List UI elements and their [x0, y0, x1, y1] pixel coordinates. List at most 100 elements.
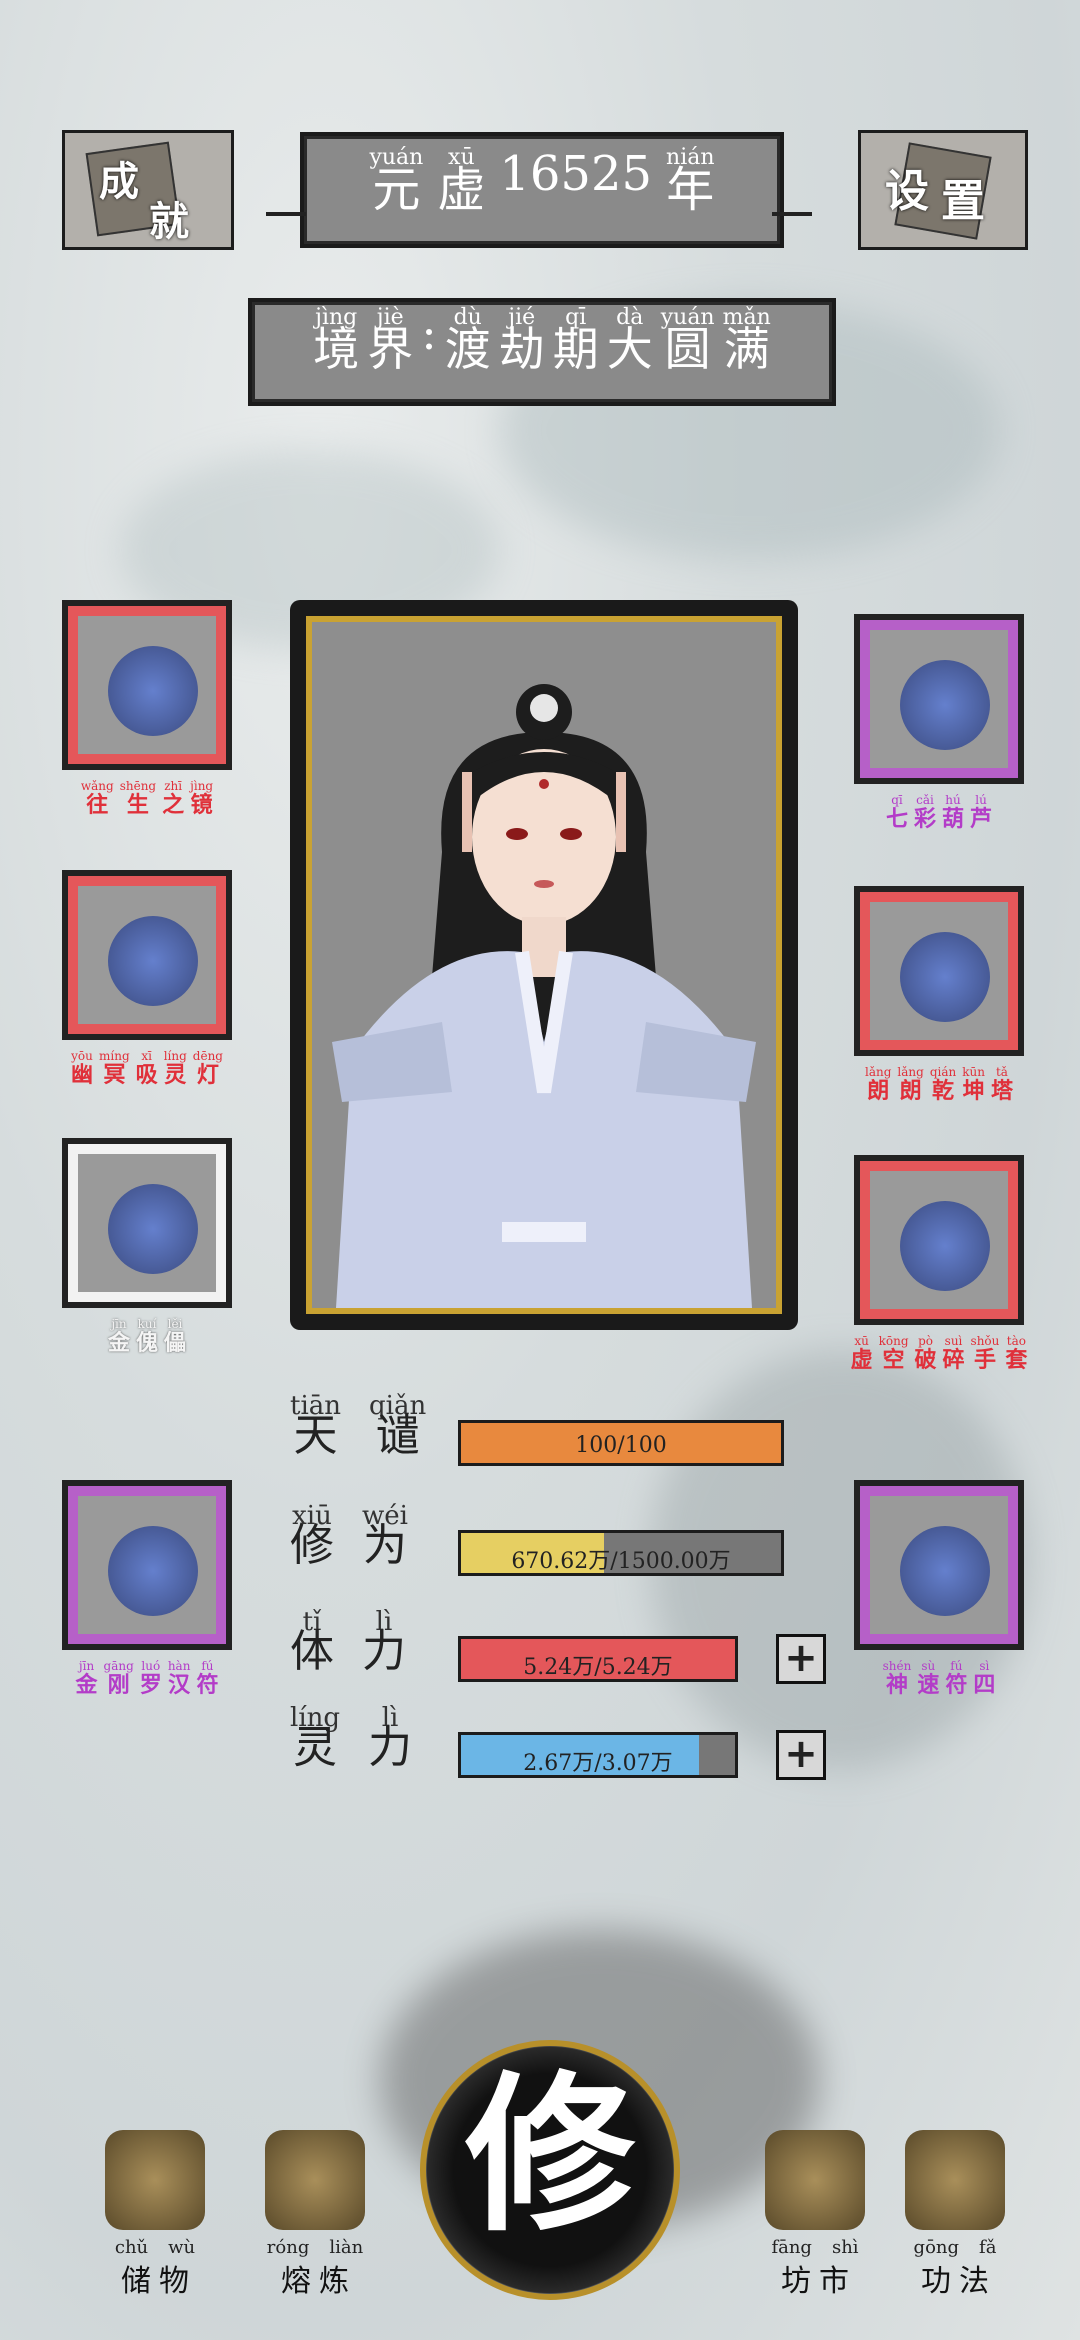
hanzi: 彩 — [913, 806, 936, 832]
item-name: qī 七 cǎi 彩 hú 葫 lú 芦 — [829, 792, 1049, 830]
hanzi: 储 — [121, 2264, 151, 2299]
item-name: lǎng 朗 lǎng 朗 qián 乾 kūn 坤 tǎ 塔 — [829, 1064, 1049, 1102]
hanzi: 满 — [723, 322, 770, 376]
hanzi: 天 — [293, 1410, 338, 1461]
realm-glyph: dù 渡 — [445, 307, 491, 373]
hanzi: 刚 — [107, 1672, 130, 1698]
item-slot[interactable] — [854, 1480, 1024, 1650]
pinyin: liàn — [329, 2237, 364, 2258]
hanzi: 塔 — [990, 1078, 1013, 1104]
character-portrait — [312, 622, 776, 1308]
hanzi: 吸 — [135, 1062, 158, 1088]
era-glyph: xū 虚 — [437, 147, 485, 215]
item-slot[interactable] — [62, 870, 232, 1040]
hanzi: 期 — [552, 322, 599, 376]
item-slot[interactable] — [854, 886, 1024, 1056]
pinyin: fāng — [771, 2237, 812, 2258]
hanzi: 冥 — [103, 1062, 126, 1088]
cultivate-button[interactable]: 修 — [420, 2040, 680, 2300]
hanzi: 芦 — [970, 806, 993, 832]
coins-icon — [765, 2130, 865, 2230]
item-name: shén 神 sù 速 fú 符 sì 四 — [829, 1658, 1049, 1696]
hanzi: 境 — [313, 322, 360, 376]
hanzi: 套 — [1005, 1347, 1028, 1373]
cultivate-label: 修 — [464, 2055, 635, 2255]
realm-panel: jìng 境 jiè 界 : dù 渡 jié 劫 qī 期 dà 大 yuán… — [248, 298, 836, 406]
achievements-label-2: 就 — [149, 198, 189, 245]
hanzi: 物 — [159, 2264, 189, 2299]
nav-item[interactable]: gōng fǎ 功 法 — [880, 2060, 1030, 2300]
character-portrait-frame — [290, 600, 798, 1330]
hanzi: 炼 — [319, 2264, 349, 2299]
stat-bar: 2.67万/3.07万 — [458, 1732, 738, 1778]
hanzi: 熔 — [281, 2264, 311, 2299]
pinyin: gōng — [913, 2237, 960, 2258]
hanzi: 年 — [666, 162, 715, 218]
hanzi: 葫 — [942, 806, 965, 832]
realm-glyph: qī 期 — [552, 307, 599, 376]
item-slot[interactable] — [854, 614, 1024, 784]
book-icon — [905, 2130, 1005, 2230]
stat-value: 100/100 — [575, 1433, 667, 1458]
nav-item[interactable]: róng liàn 熔 炼 — [240, 2060, 390, 2300]
hanzi: 圆 — [664, 322, 711, 376]
hanzi: 灯 — [196, 1062, 219, 1088]
achievements-button[interactable]: 成 就 — [62, 130, 234, 250]
hanzi: 往 — [86, 792, 109, 818]
era-panel-handle-left — [266, 212, 306, 216]
cauldron-icon — [265, 2130, 365, 2230]
pagoda-icon — [900, 932, 990, 1022]
hanzi: 灵 — [293, 1722, 338, 1773]
pinyin: wù — [168, 2237, 196, 2258]
era-panel: yuán 元 xū 虚 16525 nián 年 — [300, 132, 784, 248]
realm-glyph: jiè 界 — [367, 307, 414, 376]
settings-button[interactable]: 设 置 — [858, 130, 1028, 250]
item-slot[interactable] — [62, 600, 232, 770]
item-slot[interactable] — [854, 1155, 1024, 1325]
hanzi: 傀 — [135, 1330, 158, 1356]
hanzi: 速 — [917, 1672, 940, 1698]
era-glyph: nián 年 — [666, 147, 715, 218]
realm-glyph: dà 大 — [606, 307, 653, 376]
stat-label: líng 灵 lì 力 — [290, 1705, 413, 1773]
hanzi: 修 — [290, 1520, 334, 1571]
hanzi: 金 — [107, 1330, 130, 1356]
hanzi: 金 — [75, 1672, 98, 1698]
hanzi: 儡 — [164, 1330, 187, 1356]
increase-stat-button[interactable]: + — [776, 1634, 826, 1684]
talisman-icon — [108, 1526, 198, 1616]
stat-bar: 5.24万/5.24万 — [458, 1636, 738, 1682]
hanzi: 破 — [914, 1347, 937, 1373]
stat-bar: 100/100 — [458, 1420, 784, 1466]
era-glyph: 16525 — [499, 150, 652, 214]
hanzi: 大 — [606, 322, 653, 376]
hanzi: 朗 — [867, 1078, 890, 1104]
item-slot[interactable] — [62, 1138, 232, 1308]
hanzi: 之 — [162, 792, 185, 818]
hanzi: 力 — [362, 1626, 406, 1677]
lamp-icon — [108, 916, 198, 1006]
era-panel-handle-right — [772, 212, 812, 216]
hanzi: : — [421, 306, 437, 360]
item-name: wǎng 往 shēng 生 zhī 之 jìng 镜 — [37, 778, 257, 816]
hanzi: 法 — [959, 2264, 989, 2299]
nav-item[interactable]: chǔ wù 储 物 — [80, 2060, 230, 2300]
pinyin: chǔ — [114, 2237, 149, 2258]
hanzi: 手 — [973, 1347, 996, 1373]
pinyin: róng — [266, 2237, 310, 2258]
gourd-icon — [900, 660, 990, 750]
hanzi: 界 — [367, 322, 414, 376]
item-name: xū 虚 kōng 空 pò 破 suì 碎 shǒu 手 tào 套 — [829, 1333, 1049, 1371]
hanzi: 汉 — [168, 1672, 191, 1698]
stat-value: 2.67万/3.07万 — [523, 1751, 673, 1776]
item-slot[interactable] — [62, 1480, 232, 1650]
hanzi: 空 — [882, 1347, 905, 1373]
increase-stat-button[interactable]: + — [776, 1730, 826, 1780]
hanzi: 功 — [921, 2264, 951, 2299]
mirror-icon — [108, 646, 198, 736]
hanzi: 坤 — [962, 1078, 985, 1104]
hanzi: 力 — [368, 1722, 413, 1773]
nav-item[interactable]: fāng shì 坊 市 — [740, 2060, 890, 2300]
gauntlet-icon — [900, 1201, 990, 1291]
hanzi: 朗 — [899, 1078, 922, 1104]
